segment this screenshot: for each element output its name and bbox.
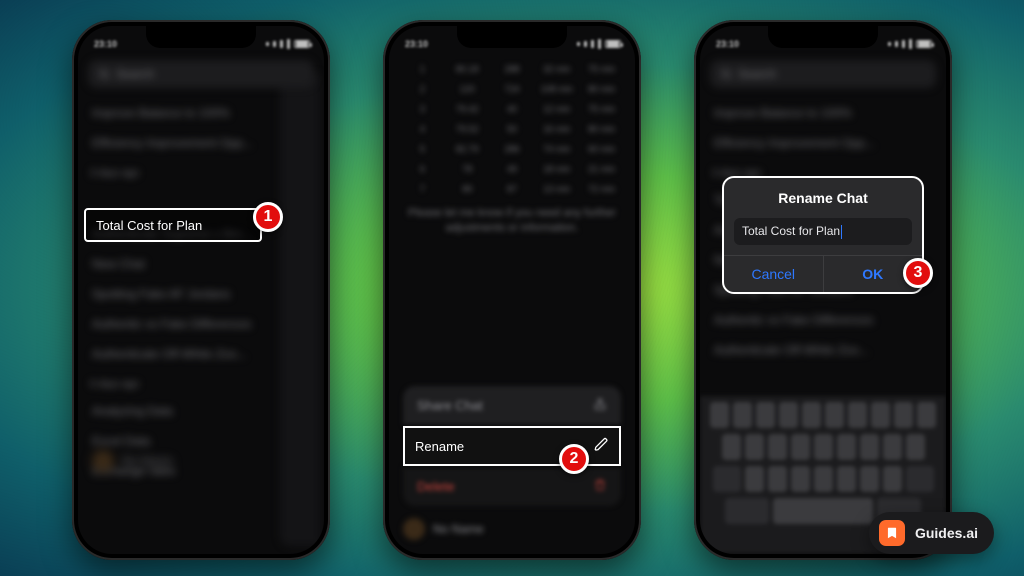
rename-chat-dialog: Rename Chat Total Cost for Plan Cancel O… — [722, 176, 924, 294]
rename-label: Rename — [415, 439, 464, 454]
account-row[interactable]: No Name — [389, 512, 635, 546]
status-icons — [266, 39, 310, 49]
status-icons — [888, 39, 932, 49]
section-header: 6 days ago — [90, 379, 314, 390]
blurred-background-phone1: Search Improve Balance to 100% Efficienc… — [78, 60, 324, 486]
brand-label: Guides.ai — [915, 525, 978, 541]
rename-input[interactable]: Total Cost for Plan — [734, 218, 912, 245]
share-icon — [593, 397, 607, 414]
screen-3: 23:10 Search Improve Balance to 100% Eff… — [700, 26, 946, 554]
delete-menu-item[interactable]: Delete — [403, 466, 621, 506]
data-table: 180.1828832 min75 min 2120724108 min80 m… — [389, 54, 635, 194]
cancel-button[interactable]: Cancel — [724, 256, 824, 292]
phone-frame-3: 23:10 Search Improve Balance to 100% Eff… — [694, 20, 952, 560]
list-item[interactable]: Authentic vs Fake Differences — [710, 305, 936, 335]
list-item[interactable]: Authenticate Off-White Zoo... — [710, 335, 936, 365]
step-badge-2: 2 — [559, 444, 589, 474]
signal-icon — [584, 41, 587, 47]
list-item[interactable]: Authenticate Off-White Zoo... — [88, 339, 314, 369]
status-time: 23:10 — [405, 39, 428, 49]
signal-icon — [280, 40, 283, 48]
share-chat-menu-item[interactable]: Share Chat — [403, 386, 621, 426]
search-input[interactable]: Search — [710, 60, 936, 88]
rename-input-value: Total Cost for Plan — [742, 224, 840, 238]
screen-2: 23:10 180.1828832 min75 min 2120724108 m… — [389, 26, 635, 554]
notch — [768, 26, 878, 48]
battery-icon — [294, 40, 310, 48]
status-icons — [577, 39, 621, 49]
list-item[interactable]: Improve Balance to 100% — [710, 98, 936, 128]
account-name: No Name — [122, 454, 173, 468]
step-badge-1: 1 — [253, 202, 283, 232]
status-time: 23:10 — [94, 39, 117, 49]
signal-icon — [577, 42, 580, 46]
signal-icon — [888, 42, 891, 46]
avatar — [403, 518, 425, 540]
pencil-icon — [594, 437, 609, 455]
dialog-title: Rename Chat — [724, 178, 922, 214]
blurred-background-phone2: 180.1828832 min75 min 2120724108 min80 m… — [389, 54, 635, 249]
avatar — [92, 450, 114, 472]
list-item[interactable]: Improve Balance to 100% — [88, 98, 314, 128]
assistant-message: Please let me know if you need any furth… — [389, 194, 635, 249]
search-placeholder: Search — [116, 67, 154, 81]
text-caret — [841, 225, 842, 239]
chat-list: Improve Balance to 100% Efficiency Impro… — [78, 98, 324, 486]
signal-icon — [909, 39, 912, 49]
screen-1: 23:10 Search Improve Balance to 100% — [78, 26, 324, 554]
notch — [146, 26, 256, 48]
step-badge-3: 3 — [903, 258, 933, 288]
signal-icon — [266, 42, 269, 46]
list-item[interactable]: Efficiency Improvement Opp... — [88, 128, 314, 158]
phone-frame-2: 23:10 180.1828832 min75 min 2120724108 m… — [383, 20, 641, 560]
bookmark-icon — [879, 520, 905, 546]
list-item[interactable]: New Chat — [88, 249, 314, 279]
section-header: 3 days ago — [90, 168, 314, 179]
share-label: Share Chat — [417, 398, 483, 413]
brand-watermark[interactable]: Guides.ai — [869, 512, 994, 554]
list-item[interactable]: Efficiency Improvement Opp... — [710, 128, 936, 158]
phone-frame-1: 23:10 Search Improve Balance to 100% — [72, 20, 330, 560]
signal-icon — [902, 40, 905, 48]
tutorial-canvas: 23:10 Search Improve Balance to 100% — [0, 0, 1024, 576]
signal-icon — [287, 39, 290, 49]
list-item[interactable]: Spotting Fake AF Jordans — [88, 279, 314, 309]
search-icon — [720, 68, 732, 80]
highlighted-chat-item[interactable]: Total Cost for Plan — [84, 208, 262, 242]
search-input[interactable]: Search — [88, 60, 314, 88]
signal-icon — [591, 40, 594, 48]
signal-icon — [273, 41, 276, 47]
battery-icon — [605, 40, 621, 48]
battery-icon — [916, 40, 932, 48]
delete-label: Delete — [417, 479, 455, 494]
context-menu: Share Chat Rename Delete — [403, 386, 621, 506]
notch — [457, 26, 567, 48]
search-icon — [98, 68, 110, 80]
account-row[interactable]: No Name — [78, 444, 324, 478]
account-name: No Name — [433, 522, 484, 536]
trash-icon — [593, 478, 607, 495]
signal-icon — [598, 39, 601, 49]
list-item[interactable]: Analyzing Data — [88, 396, 314, 426]
list-item[interactable]: Authentic vs Fake Differences — [88, 309, 314, 339]
status-time: 23:10 — [716, 39, 739, 49]
dialog-buttons: Cancel OK — [724, 255, 922, 292]
signal-icon — [895, 41, 898, 47]
search-placeholder: Search — [738, 67, 776, 81]
highlighted-chat-label: Total Cost for Plan — [96, 218, 202, 233]
